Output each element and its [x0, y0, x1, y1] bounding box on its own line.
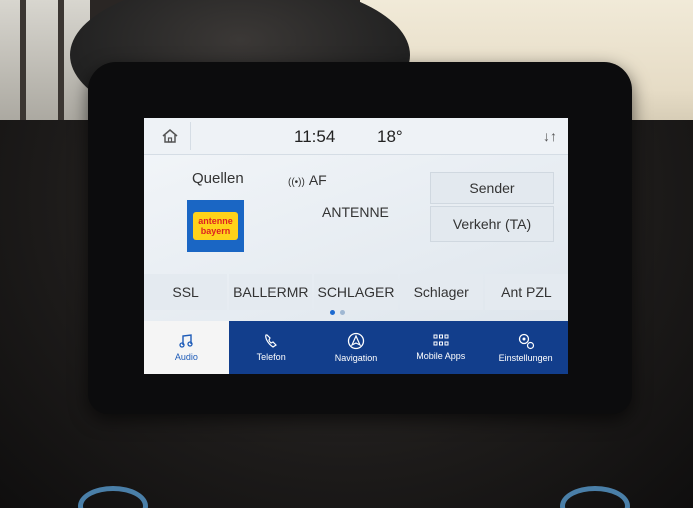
preset-bar: SSL BALLERMR SCHLAGER Schlager Ant PZL — [144, 274, 568, 310]
nav-label: Mobile Apps — [416, 351, 466, 361]
nav-telefon[interactable]: Telefon — [229, 321, 314, 374]
app-grid-icon — [433, 334, 449, 346]
nav-audio[interactable]: Audio — [144, 321, 229, 374]
page-dot — [340, 310, 345, 315]
outside-temperature: 18° — [377, 127, 403, 146]
clock: 11:54 — [294, 127, 336, 146]
nav-label: Einstellungen — [498, 353, 553, 363]
sender-button[interactable]: Sender — [430, 172, 554, 204]
nav-label: Audio — [174, 352, 198, 362]
sources-button[interactable]: Quellen — [192, 170, 244, 187]
radio-signal-icon: ((•)) — [288, 177, 305, 188]
station-name: ANTENNE — [322, 204, 389, 220]
home-button[interactable] — [150, 122, 191, 150]
preset-button[interactable]: Schlager — [399, 274, 483, 310]
preset-button[interactable]: BALLERMR — [229, 274, 313, 310]
preset-button[interactable]: SSL — [144, 274, 228, 310]
phone-icon — [265, 334, 278, 348]
navigation-arrow-icon — [347, 332, 365, 350]
sort-arrows-icon: ↓↑ — [543, 128, 557, 144]
status-bar: 11:54 18° ↓↑ — [144, 118, 568, 155]
nav-einstellungen[interactable]: Einstellungen — [483, 321, 568, 374]
nav-label: Navigation — [334, 353, 378, 363]
infotainment-screen: 11:54 18° ↓↑ Quellen ((•)) AF ANTENNE ant… — [144, 118, 568, 374]
sort-button[interactable]: ↓↑ — [538, 124, 562, 148]
preset-button[interactable]: SCHLAGER — [314, 274, 398, 310]
preset-button[interactable]: Ant PZL — [484, 274, 568, 310]
nav-label: Telefon — [256, 352, 286, 362]
bottom-navigation: Audio Telefon Navigation Mobile Apps Ein… — [144, 321, 568, 374]
page-dot-active — [330, 310, 335, 315]
station-logo: antenne bayern — [187, 200, 244, 252]
nav-mobile-apps[interactable]: Mobile Apps — [398, 321, 483, 374]
page-indicator[interactable] — [330, 310, 345, 315]
vent-knob-right — [560, 486, 630, 508]
home-icon — [162, 129, 178, 143]
gears-icon — [518, 333, 534, 350]
traffic-announcement-button[interactable]: Verkehr (TA) — [430, 206, 554, 242]
nav-navigation[interactable]: Navigation — [314, 321, 399, 374]
logo-text-1: antenne — [198, 216, 233, 226]
af-indicator[interactable]: ((•)) AF — [288, 172, 327, 188]
logo-text-2: bayern — [200, 226, 231, 236]
af-label: AF — [308, 172, 327, 188]
music-note-icon — [179, 334, 194, 348]
vent-knob-left — [78, 486, 148, 508]
